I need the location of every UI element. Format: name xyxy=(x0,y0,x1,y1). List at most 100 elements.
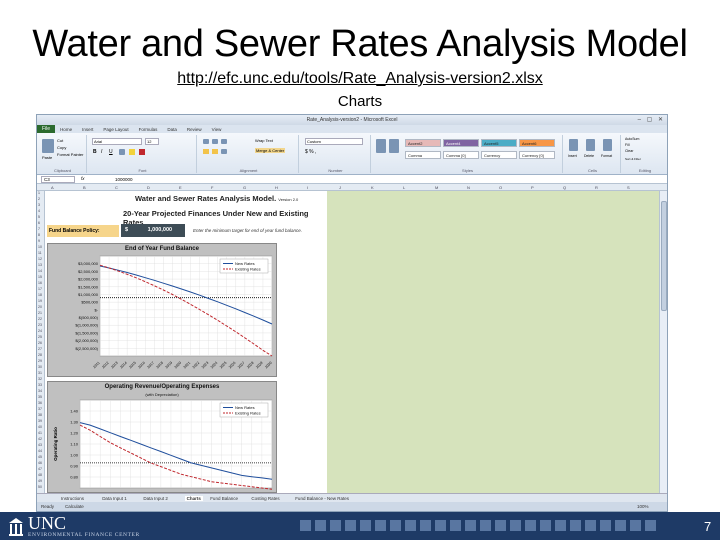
row-header[interactable]: 40 xyxy=(38,425,42,429)
insert-cells-icon[interactable] xyxy=(569,139,578,151)
ribbon-tab-page-layout[interactable]: Page Layout xyxy=(98,127,133,132)
zoom-level[interactable]: 100% xyxy=(637,504,649,509)
column-header[interactable]: B xyxy=(83,185,86,190)
sheet-tab-instructions[interactable]: Instructions xyxy=(61,496,84,501)
row-header[interactable]: 47 xyxy=(38,467,42,471)
paste-icon[interactable] xyxy=(42,139,54,153)
italic-icon[interactable]: I xyxy=(101,149,102,155)
row-header[interactable]: 43 xyxy=(38,443,42,447)
delete-label[interactable]: Delete xyxy=(584,154,594,158)
row-header[interactable]: 22 xyxy=(38,317,42,321)
row-header[interactable]: 8 xyxy=(38,233,40,237)
column-header[interactable]: A xyxy=(51,185,54,190)
sort-filter-button[interactable]: Sort & Filter xyxy=(625,157,641,161)
row-header[interactable]: 37 xyxy=(38,407,42,411)
row-header[interactable]: 38 xyxy=(38,413,42,417)
window-controls-icon[interactable]: – ▢ ✕ xyxy=(638,116,665,123)
fill-color-icon[interactable] xyxy=(129,149,135,155)
column-header[interactable]: J xyxy=(339,185,341,190)
column-header[interactable]: R xyxy=(595,185,598,190)
row-header[interactable]: 24 xyxy=(38,329,42,333)
font-name-select[interactable]: Arial xyxy=(92,138,142,145)
column-header[interactable]: F xyxy=(211,185,213,190)
row-header[interactable]: 46 xyxy=(38,461,42,465)
row-header[interactable]: 20 xyxy=(38,305,42,309)
format-label[interactable]: Format xyxy=(601,154,612,158)
cell-style-0[interactable]: Accent2 xyxy=(405,139,441,147)
row-header[interactable]: 49 xyxy=(38,479,42,483)
ribbon-tab-file[interactable]: File xyxy=(37,125,56,133)
row-header[interactable]: 13 xyxy=(38,263,42,267)
fill-button[interactable]: Fill xyxy=(625,143,629,147)
align-bottom-icon[interactable] xyxy=(221,139,227,144)
borders-icon[interactable] xyxy=(119,149,125,155)
merge-center-button[interactable]: Merge & Center xyxy=(255,148,286,153)
vertical-scrollbar[interactable] xyxy=(659,191,667,493)
font-size-select[interactable]: 12 xyxy=(145,138,159,145)
column-header[interactable]: I xyxy=(307,185,308,190)
column-header[interactable]: C xyxy=(115,185,118,190)
ribbon-tab-formulas[interactable]: Formulas xyxy=(134,127,163,132)
cell-style-5[interactable]: Comma [0] xyxy=(443,151,479,159)
align-top-icon[interactable] xyxy=(203,139,209,144)
copy-label[interactable]: Copy xyxy=(57,145,66,150)
row-header[interactable]: 2 xyxy=(38,197,40,201)
row-header[interactable]: 6 xyxy=(38,221,40,225)
sheet-tab-charts[interactable]: Charts xyxy=(184,496,203,501)
row-header[interactable]: 31 xyxy=(38,371,42,375)
fund-balance-chart[interactable]: End of Year Fund Balance $3,000,000 $2,50… xyxy=(47,243,277,377)
operating-ratio-chart[interactable]: Operating Revenue/Operating Expenses (wi… xyxy=(47,381,277,493)
ribbon-tab-view[interactable]: View xyxy=(207,127,227,132)
column-header[interactable]: M xyxy=(435,185,438,190)
delete-cells-icon[interactable] xyxy=(586,139,595,151)
row-header[interactable]: 39 xyxy=(38,419,42,423)
font-color-icon[interactable] xyxy=(139,149,145,155)
row-header[interactable]: 19 xyxy=(38,299,42,303)
row-header[interactable]: 12 xyxy=(38,257,42,261)
row-header[interactable]: 48 xyxy=(38,473,42,477)
row-header[interactable]: 33 xyxy=(38,383,42,387)
column-header[interactable]: D xyxy=(147,185,150,190)
column-header[interactable]: P xyxy=(531,185,534,190)
align-left-icon[interactable] xyxy=(203,149,209,154)
row-header[interactable]: 42 xyxy=(38,437,42,441)
cell-style-3[interactable]: Accent6 xyxy=(519,139,555,147)
row-header[interactable]: 23 xyxy=(38,323,42,327)
ribbon-tab-data[interactable]: Data xyxy=(162,127,182,132)
column-header[interactable]: G xyxy=(243,185,246,190)
row-header[interactable]: 4 xyxy=(38,209,40,213)
row-header[interactable]: 25 xyxy=(38,335,42,339)
row-header[interactable]: 16 xyxy=(38,281,42,285)
row-header[interactable]: 27 xyxy=(38,347,42,351)
row-header[interactable]: 15 xyxy=(38,275,42,279)
cell-style-2[interactable]: Accent5 xyxy=(481,139,517,147)
row-header[interactable]: 36 xyxy=(38,401,42,405)
column-header[interactable]: L xyxy=(403,185,405,190)
column-header[interactable]: Q xyxy=(563,185,566,190)
row-header[interactable]: 21 xyxy=(38,311,42,315)
column-header[interactable]: H xyxy=(275,185,278,190)
number-format-select[interactable]: Custom xyxy=(305,138,363,145)
format-as-table-icon[interactable] xyxy=(389,139,399,153)
cell-style-4[interactable]: Comma xyxy=(405,151,441,159)
formula-input[interactable]: 1000000 xyxy=(115,176,133,183)
row-header[interactable]: 1 xyxy=(38,191,40,195)
align-center-icon[interactable] xyxy=(212,149,218,154)
bold-icon[interactable]: B xyxy=(93,149,97,155)
row-header[interactable]: 9 xyxy=(38,239,40,243)
sheet-tab-fund-balance[interactable]: Fund Balance xyxy=(210,496,238,501)
format-painter-label[interactable]: Format Painter xyxy=(57,152,83,157)
currency-icon[interactable]: $ % , xyxy=(305,149,316,155)
row-header[interactable]: 14 xyxy=(38,269,42,273)
row-header[interactable]: 7 xyxy=(38,227,40,231)
row-header[interactable]: 41 xyxy=(38,431,42,435)
column-header[interactable]: S xyxy=(627,185,630,190)
align-middle-icon[interactable] xyxy=(212,139,218,144)
format-cells-icon[interactable] xyxy=(603,139,612,151)
row-header[interactable]: 26 xyxy=(38,341,42,345)
row-header[interactable]: 29 xyxy=(38,359,42,363)
ribbon-tab-home[interactable]: Home xyxy=(55,127,77,132)
row-header[interactable]: 30 xyxy=(38,365,42,369)
row-header[interactable]: 17 xyxy=(38,287,42,291)
row-header[interactable]: 11 xyxy=(38,251,42,255)
